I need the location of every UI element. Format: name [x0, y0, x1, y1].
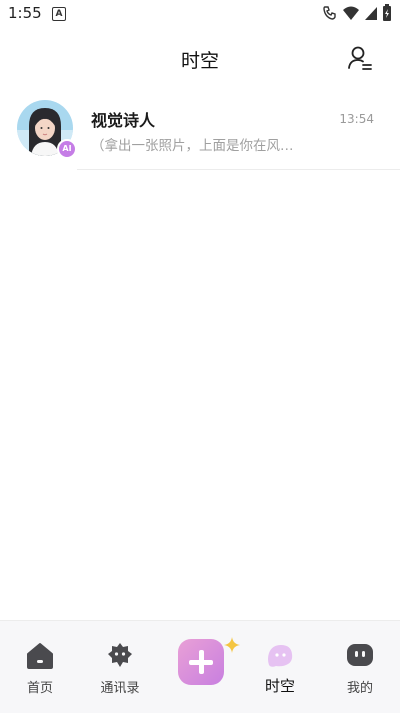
tab-contacts[interactable]: 通讯录: [85, 621, 155, 713]
sparkle-icon: [224, 637, 240, 653]
conversation-preview: （拿出一张照片，上面是你在风…: [91, 138, 294, 154]
tab-me[interactable]: 我的: [325, 621, 395, 713]
tab-home[interactable]: 首页: [5, 621, 75, 713]
signal-icon: [365, 7, 377, 20]
conversation-time: 13:54: [339, 112, 374, 126]
chat-bubble-icon: [347, 644, 373, 666]
ai-badge: AI: [57, 139, 77, 159]
create-plus-button[interactable]: [178, 639, 224, 685]
divider: [77, 169, 400, 170]
wifi-call-icon: [323, 6, 336, 20]
page-header: 时空: [0, 36, 400, 80]
ghost-icon: [268, 645, 293, 667]
status-time: 1:55: [8, 4, 42, 22]
bottom-tab-bar: 首页 通讯录 时空 我的: [0, 620, 400, 713]
user-list-icon[interactable]: [346, 44, 374, 72]
tab-contacts-label: 通讯录: [100, 681, 140, 696]
tab-me-label: 我的: [346, 681, 373, 696]
status-icons: [322, 4, 392, 22]
notification-a-icon: A: [52, 7, 66, 21]
conversation-name: 视觉诗人: [91, 111, 156, 130]
page-title: 时空: [180, 50, 219, 72]
status-bar: 1:55 A: [0, 0, 400, 28]
home-icon: [27, 643, 53, 669]
tab-space-time-label: 时空: [264, 677, 295, 695]
tab-space-time[interactable]: 时空: [245, 621, 315, 713]
tab-home-label: 首页: [26, 681, 53, 696]
wifi-icon: [343, 6, 359, 20]
contacts-icon: [108, 643, 132, 667]
conversation-item[interactable]: AI 视觉诗人 13:54 （拿出一张照片，上面是你在风…: [0, 96, 400, 170]
battery-icon: [383, 4, 391, 21]
